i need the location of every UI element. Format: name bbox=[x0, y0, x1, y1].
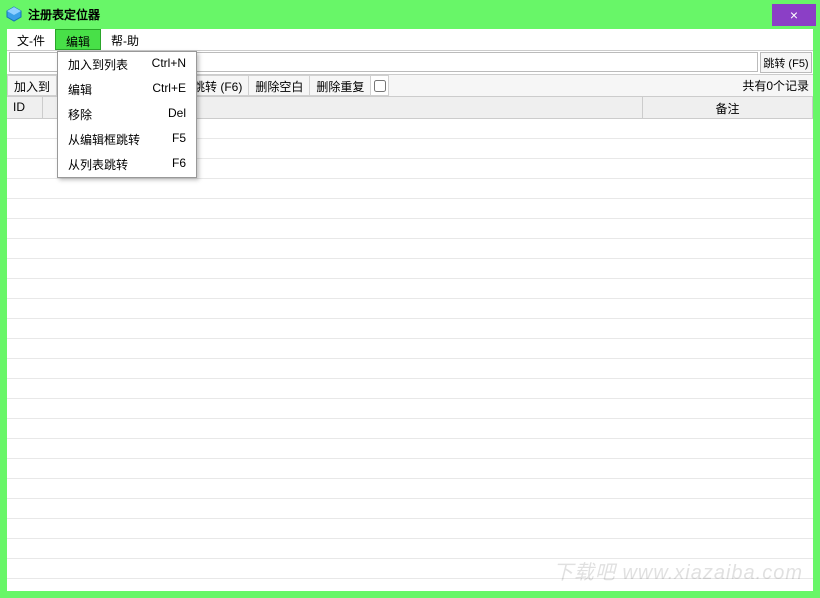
jump-f5-button[interactable]: 跳转 (F5) bbox=[760, 52, 812, 73]
table-row[interactable] bbox=[7, 239, 813, 259]
dd-shortcut: F5 bbox=[172, 131, 186, 148]
table-row[interactable] bbox=[7, 279, 813, 299]
table-row[interactable] bbox=[7, 359, 813, 379]
table-row[interactable] bbox=[7, 399, 813, 419]
delete-blank-button[interactable]: 删除空白 bbox=[249, 75, 310, 96]
dd-label: 从编辑框跳转 bbox=[68, 131, 140, 148]
edit-dropdown: 加入到列表 Ctrl+N 编辑 Ctrl+E 移除 Del 从编辑框跳转 F5 … bbox=[57, 51, 197, 178]
dd-label: 移除 bbox=[68, 106, 92, 123]
app-window: 注册表定位器 × 文-件 编辑 帮-助 加入到列表 Ctrl+N 编辑 Ctrl… bbox=[0, 0, 820, 598]
table-row[interactable] bbox=[7, 379, 813, 399]
delete-duplicate-button[interactable]: 删除重复 bbox=[310, 75, 371, 96]
dd-jump-from-list[interactable]: 从列表跳转 F6 bbox=[58, 152, 196, 177]
window-title: 注册表定位器 bbox=[28, 6, 772, 23]
table-row[interactable] bbox=[7, 479, 813, 499]
dd-shortcut: Ctrl+E bbox=[152, 81, 186, 98]
client-area: 文-件 编辑 帮-助 加入到列表 Ctrl+N 编辑 Ctrl+E 移除 Del… bbox=[6, 28, 814, 592]
app-icon bbox=[6, 6, 22, 22]
table-row[interactable] bbox=[7, 259, 813, 279]
toolbar-checkbox[interactable] bbox=[374, 80, 386, 92]
add-to-button[interactable]: 加入到 bbox=[7, 75, 57, 96]
dd-label: 加入到列表 bbox=[68, 56, 128, 73]
menu-file[interactable]: 文-件 bbox=[7, 29, 55, 50]
dd-edit[interactable]: 编辑 Ctrl+E bbox=[58, 77, 196, 102]
close-icon: × bbox=[790, 7, 798, 23]
table-row[interactable] bbox=[7, 499, 813, 519]
table-row[interactable] bbox=[7, 319, 813, 339]
dd-jump-from-edit[interactable]: 从编辑框跳转 F5 bbox=[58, 127, 196, 152]
grid-body[interactable] bbox=[7, 119, 813, 591]
table-row[interactable] bbox=[7, 439, 813, 459]
table-row[interactable] bbox=[7, 539, 813, 559]
menu-help[interactable]: 帮-助 bbox=[101, 29, 149, 50]
table-row[interactable] bbox=[7, 459, 813, 479]
table-row[interactable] bbox=[7, 179, 813, 199]
table-row[interactable] bbox=[7, 339, 813, 359]
dd-label: 从列表跳转 bbox=[68, 156, 128, 173]
table-row[interactable] bbox=[7, 199, 813, 219]
menu-edit[interactable]: 编辑 bbox=[55, 29, 101, 50]
title-bar: 注册表定位器 × bbox=[0, 0, 820, 28]
dd-add-to-list[interactable]: 加入到列表 Ctrl+N bbox=[58, 52, 196, 77]
table-row[interactable] bbox=[7, 559, 813, 579]
table-row[interactable] bbox=[7, 519, 813, 539]
toolbar-spacer bbox=[389, 75, 738, 96]
dd-shortcut: F6 bbox=[172, 156, 186, 173]
table-row[interactable] bbox=[7, 219, 813, 239]
record-count-status: 共有0个记录 bbox=[738, 75, 813, 96]
dd-shortcut: Ctrl+N bbox=[152, 56, 186, 73]
dd-label: 编辑 bbox=[68, 81, 92, 98]
close-button[interactable]: × bbox=[772, 4, 816, 26]
col-header-remark[interactable]: 备注 bbox=[643, 97, 813, 118]
toolbar-checkbox-area bbox=[371, 75, 389, 96]
col-header-id[interactable]: ID bbox=[7, 97, 43, 118]
dd-shortcut: Del bbox=[168, 106, 186, 123]
table-row[interactable] bbox=[7, 419, 813, 439]
dd-remove[interactable]: 移除 Del bbox=[58, 102, 196, 127]
menu-bar: 文-件 编辑 帮-助 bbox=[7, 29, 813, 51]
table-row[interactable] bbox=[7, 299, 813, 319]
